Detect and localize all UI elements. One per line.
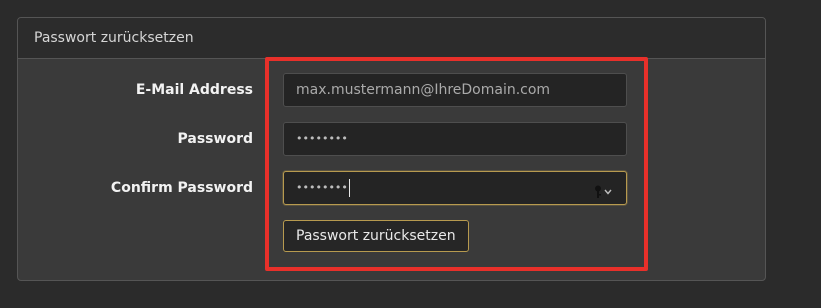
confirm-password-label: Confirm Password (110, 180, 253, 196)
keychain-autofill-icon[interactable] (592, 181, 614, 198)
password-label: Password (177, 131, 253, 147)
password-field[interactable]: •••••••• (283, 122, 627, 156)
text-caret (348, 179, 350, 197)
password-row: Password •••••••• (18, 122, 765, 156)
email-row: E-Mail Address max.mustermann@IhreDomain… (18, 73, 765, 107)
confirm-password-row: Confirm Password •••••••• (18, 171, 765, 205)
reset-password-card: Passwort zurücksetzen E-Mail Address max… (17, 17, 766, 281)
card-title: Passwort zurücksetzen (18, 18, 765, 59)
confirm-password-field[interactable]: •••••••• (283, 171, 627, 205)
confirm-password-value: •••••••• (296, 181, 348, 194)
email-label: E-Mail Address (135, 82, 253, 98)
reset-password-button[interactable]: Passwort zurücksetzen (283, 220, 469, 252)
email-field[interactable]: max.mustermann@IhreDomain.com (283, 73, 627, 107)
